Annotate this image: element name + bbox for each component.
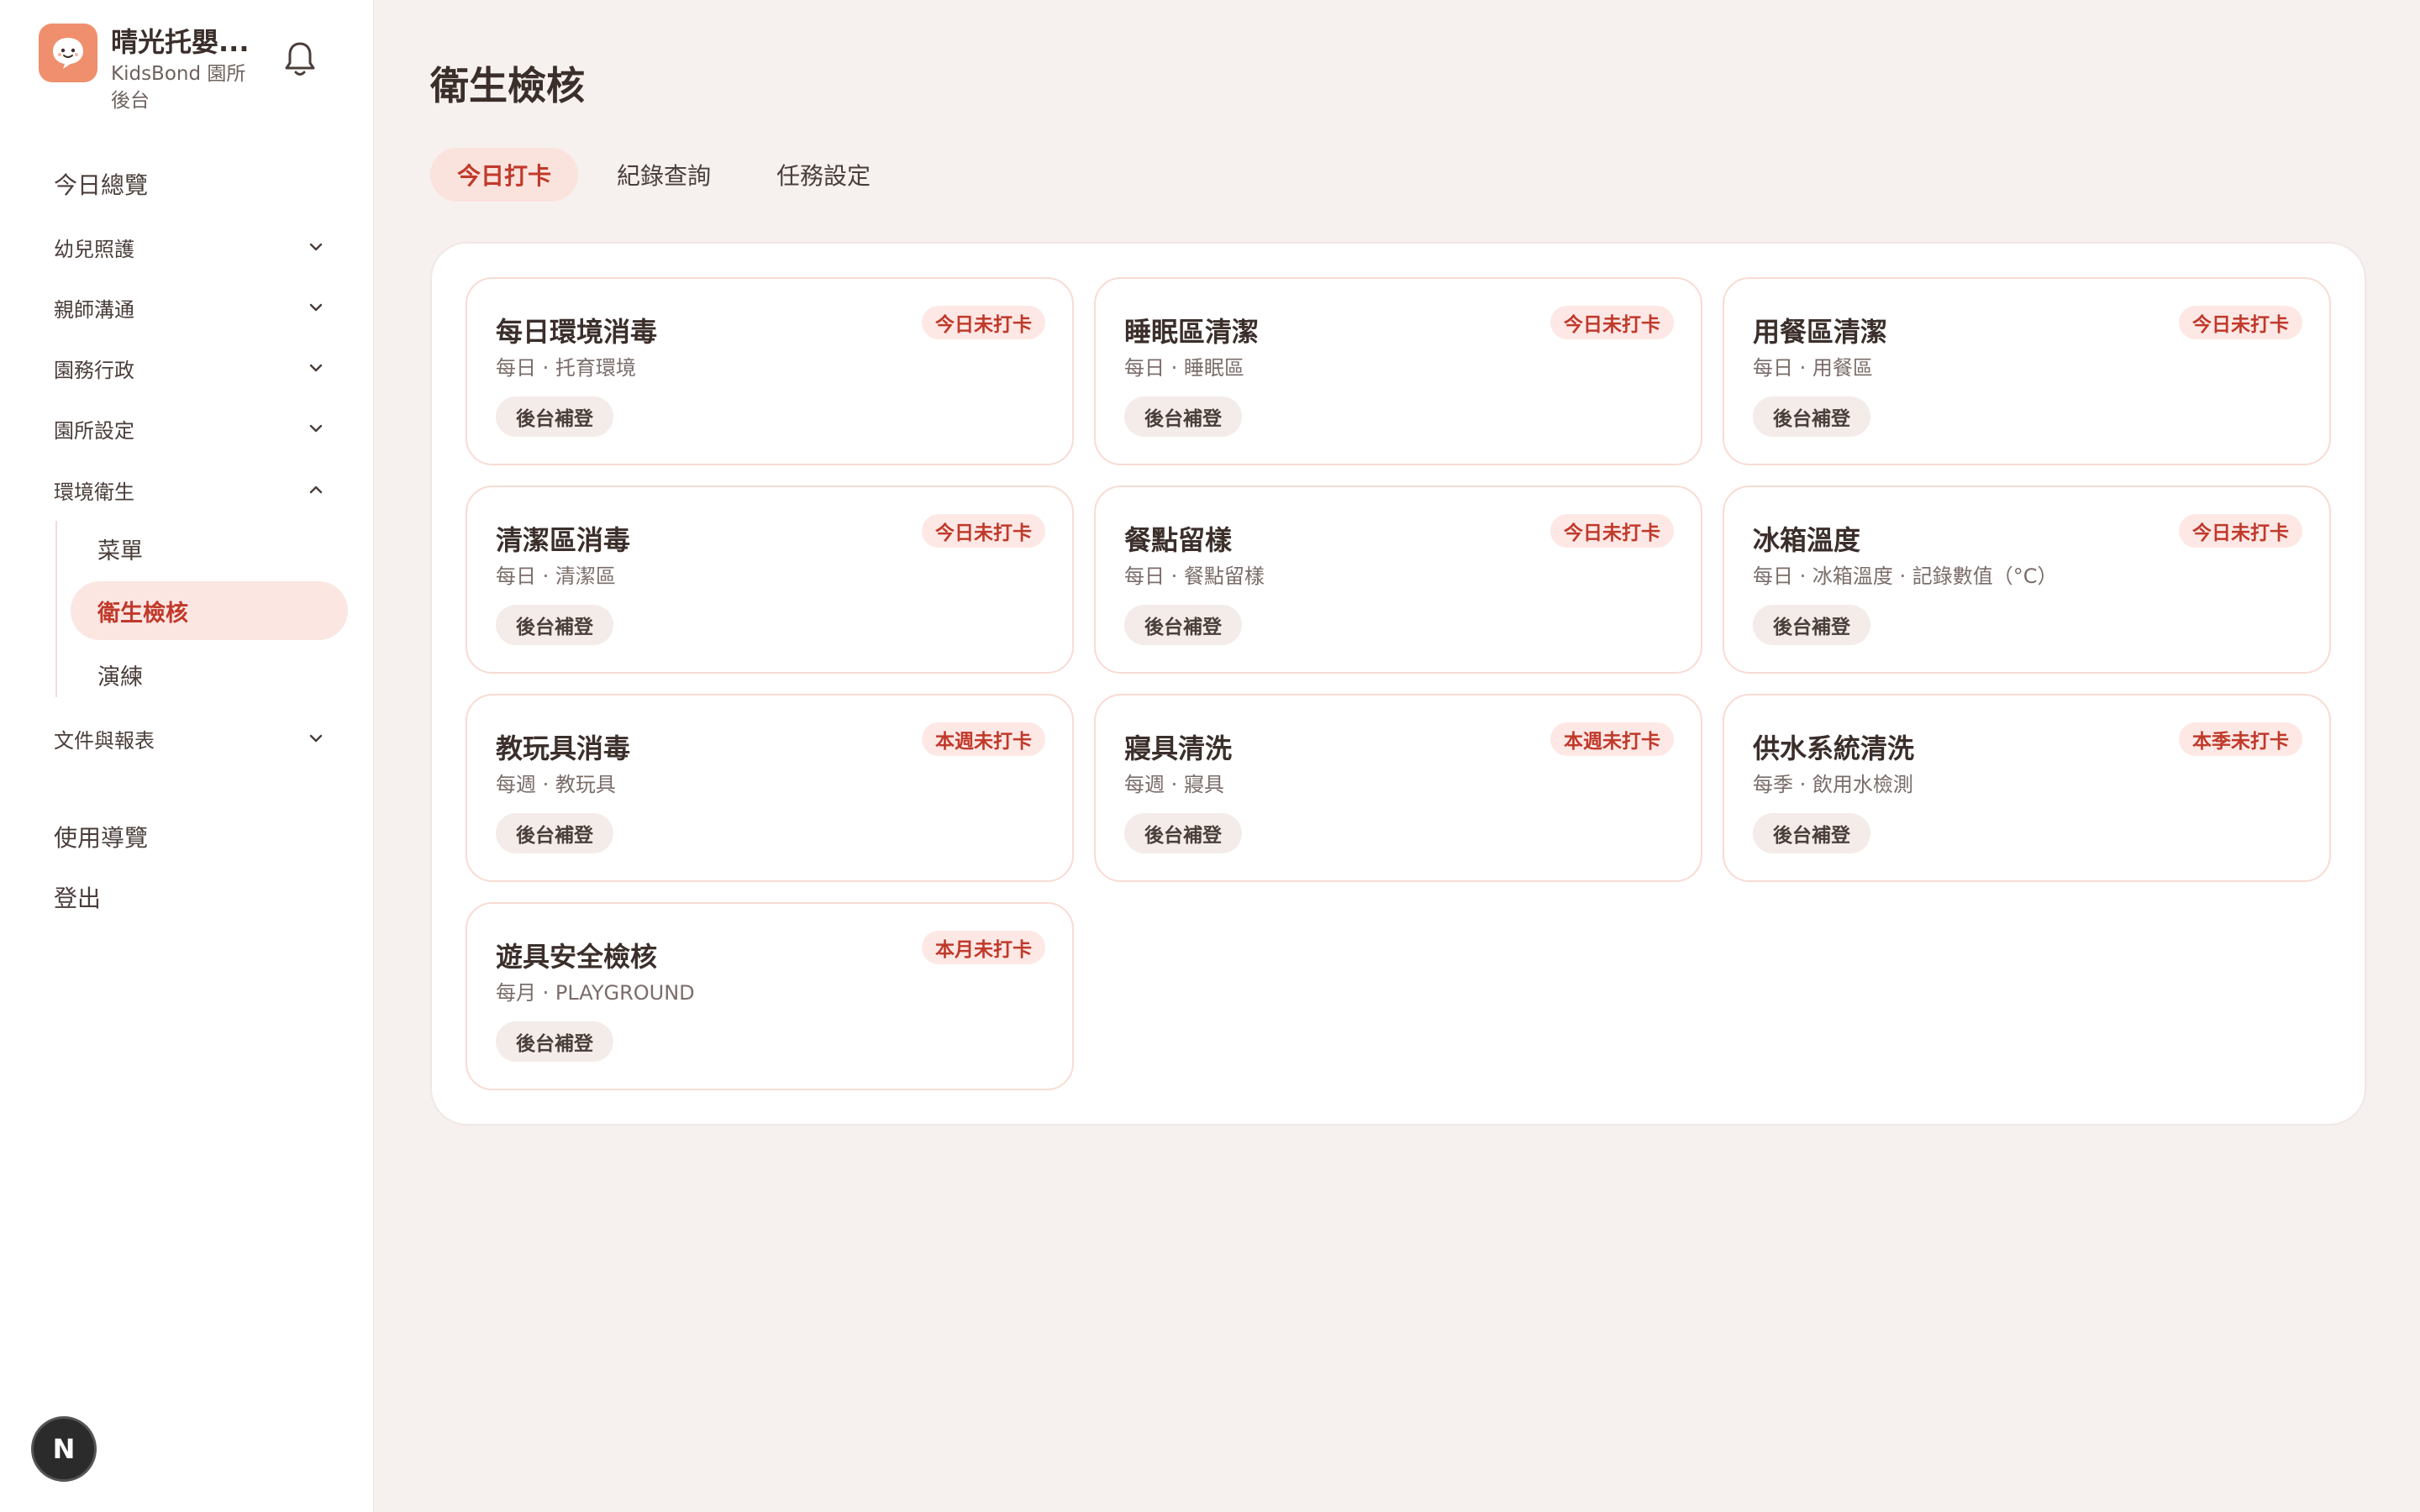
- task-title: 教玩具消毒: [496, 732, 631, 764]
- sidebar-item-child-care[interactable]: 幼兒照護: [54, 225, 331, 269]
- status-badge: 本月未打卡: [922, 931, 1045, 964]
- sidebar-item-guide[interactable]: 使用導覽: [54, 815, 331, 858]
- chevron-down-icon: [309, 734, 323, 743]
- status-badge: 今日未打卡: [1550, 514, 1674, 548]
- sidebar: 晴光托嬰... KidsBond 園所後台 今日總覽 幼兒照護 親師溝通 園務行…: [0, 0, 374, 1512]
- status-badge: 今日未打卡: [2179, 306, 2302, 339]
- sidebar-item-label: 今日總覽: [54, 171, 149, 199]
- task-title: 用餐區清潔: [1753, 316, 1888, 348]
- task-grid: 每日環境消毒 每日 · 托育環境 今日未打卡 後台補登 睡眠區清潔 每日 · 睡…: [466, 277, 2331, 1090]
- sidebar-item-settings[interactable]: 園所設定: [54, 407, 331, 450]
- brand-subtitle: KidsBond 園所後台: [111, 63, 246, 112]
- sidebar-subitem-hygiene-check[interactable]: 衛生檢核: [71, 581, 348, 640]
- task-subtitle: 每日 · 冰箱溫度 · 記錄數值（°C）: [1753, 564, 2058, 588]
- task-subtitle: 每週 · 寢具: [1124, 773, 1224, 796]
- sidebar-item-admin[interactable]: 園務行政: [54, 346, 331, 390]
- task-card: 每日環境消毒 每日 · 托育環境 今日未打卡 後台補登: [466, 277, 1074, 465]
- task-subtitle: 每日 · 睡眠區: [1124, 356, 1244, 380]
- task-panel: 每日環境消毒 每日 · 托育環境 今日未打卡 後台補登 睡眠區清潔 每日 · 睡…: [430, 242, 2366, 1126]
- backfill-button[interactable]: 後台補登: [1753, 605, 1870, 645]
- task-title: 遊具安全檢核: [496, 941, 658, 973]
- sidebar-item-label: 園務行政: [54, 358, 134, 382]
- sidebar-item-label: 幼兒照護: [54, 237, 134, 261]
- task-subtitle: 每日 · 托育環境: [496, 356, 636, 380]
- chevron-down-icon: [309, 424, 323, 433]
- backfill-button[interactable]: 後台補登: [1753, 813, 1870, 853]
- task-card: 餐點留樣 每日 · 餐點留樣 今日未打卡 後台補登: [1094, 486, 1702, 674]
- backfill-button[interactable]: 後台補登: [1124, 396, 1242, 437]
- sidebar-item-label: 環境衛生: [54, 480, 134, 504]
- status-badge: 本週未打卡: [922, 722, 1045, 756]
- task-title: 清潔區消毒: [496, 524, 631, 556]
- task-card: 清潔區消毒 每日 · 清潔區 今日未打卡 後台補登: [466, 486, 1074, 674]
- task-title: 供水系統清洗: [1753, 732, 1915, 764]
- sidebar-subitem-label: 衛生檢核: [97, 600, 188, 627]
- tab-records[interactable]: 紀錄查詢: [590, 148, 738, 202]
- task-subtitle: 每日 · 清潔區: [496, 564, 616, 588]
- tab-bar: 今日打卡 紀錄查詢 任務設定: [430, 148, 909, 202]
- task-title: 睡眠區清潔: [1124, 316, 1260, 348]
- backfill-button[interactable]: 後台補登: [496, 813, 613, 853]
- task-card: 冰箱溫度 每日 · 冰箱溫度 · 記錄數值（°C） 今日未打卡 後台補登: [1723, 486, 2331, 674]
- task-title: 每日環境消毒: [496, 316, 658, 348]
- chevron-down-icon: [309, 303, 323, 312]
- chevron-down-icon: [309, 243, 323, 251]
- sidebar-item-parent-teacher[interactable]: 親師溝通: [54, 286, 331, 329]
- chevron-down-icon: [309, 364, 323, 372]
- tab-today-checkin[interactable]: 今日打卡: [430, 148, 579, 202]
- task-card: 遊具安全檢核 每月 · PLAYGROUND 本月未打卡 後台補登: [466, 902, 1074, 1090]
- sidebar-item-hygiene[interactable]: 環境衛生: [54, 468, 331, 512]
- task-subtitle: 每日 · 餐點留樣: [1124, 564, 1265, 588]
- sidebar-subitem-drill[interactable]: 演練: [71, 645, 348, 704]
- task-card: 教玩具消毒 每週 · 教玩具 本週未打卡 後台補登: [466, 694, 1074, 882]
- task-subtitle: 每日 · 用餐區: [1753, 356, 1873, 380]
- backfill-button[interactable]: 後台補登: [496, 1021, 613, 1062]
- sidebar-item-documents[interactable]: 文件與報表: [54, 717, 331, 760]
- sidebar-item-label: 使用導覽: [54, 824, 149, 852]
- status-badge: 今日未打卡: [2179, 514, 2302, 548]
- sidebar-item-logout[interactable]: 登出: [54, 875, 331, 919]
- brand-name: 晴光托嬰...: [111, 26, 250, 58]
- status-badge: 本週未打卡: [1550, 722, 1674, 756]
- status-badge: 今日未打卡: [922, 306, 1045, 339]
- backfill-button[interactable]: 後台補登: [496, 605, 613, 645]
- chat-bubble-face-icon: [39, 24, 97, 82]
- backfill-button[interactable]: 後台補登: [1124, 605, 1242, 645]
- tab-task-settings[interactable]: 任務設定: [750, 148, 897, 202]
- task-card: 睡眠區清潔 每日 · 睡眠區 今日未打卡 後台補登: [1094, 277, 1702, 465]
- task-title: 寢具清洗: [1124, 732, 1233, 764]
- status-badge: 今日未打卡: [1550, 306, 1674, 339]
- backfill-button[interactable]: 後台補登: [1124, 813, 1242, 853]
- submenu-divider: [55, 521, 57, 697]
- task-title: 冰箱溫度: [1753, 524, 1861, 556]
- task-subtitle: 每週 · 教玩具: [496, 773, 616, 796]
- task-card: 供水系統清洗 每季 · 飲用水檢測 本季未打卡 後台補登: [1723, 694, 2331, 882]
- sidebar-item-label: 文件與報表: [54, 728, 155, 753]
- sidebar-item-label: 親師溝通: [54, 297, 134, 322]
- sidebar-item-label: 園所設定: [54, 418, 134, 443]
- sidebar-subitem-label: 演練: [97, 664, 143, 690]
- task-subtitle: 每季 · 飲用水檢測: [1753, 773, 1913, 796]
- task-title: 餐點留樣: [1124, 524, 1233, 556]
- bell-icon[interactable]: [281, 37, 319, 82]
- n-badge[interactable]: N: [31, 1416, 97, 1482]
- backfill-button[interactable]: 後台補登: [496, 396, 613, 437]
- task-card: 用餐區清潔 每日 · 用餐區 今日未打卡 後台補登: [1723, 277, 2331, 465]
- brand[interactable]: 晴光托嬰... KidsBond 園所後台: [39, 24, 262, 114]
- sidebar-item-overview[interactable]: 今日總覽: [54, 162, 331, 206]
- task-subtitle: 每月 · PLAYGROUND: [496, 981, 695, 1005]
- sidebar-item-label: 登出: [54, 885, 102, 912]
- sidebar-subitem-menu[interactable]: 菜單: [71, 519, 348, 578]
- status-badge: 今日未打卡: [922, 514, 1045, 548]
- backfill-button[interactable]: 後台補登: [1753, 396, 1870, 437]
- page-title: 衛生檢核: [430, 63, 585, 108]
- sidebar-subitem-label: 菜單: [97, 538, 143, 564]
- chevron-up-icon: [309, 486, 323, 494]
- task-card: 寢具清洗 每週 · 寢具 本週未打卡 後台補登: [1094, 694, 1702, 882]
- status-badge: 本季未打卡: [2179, 722, 2302, 756]
